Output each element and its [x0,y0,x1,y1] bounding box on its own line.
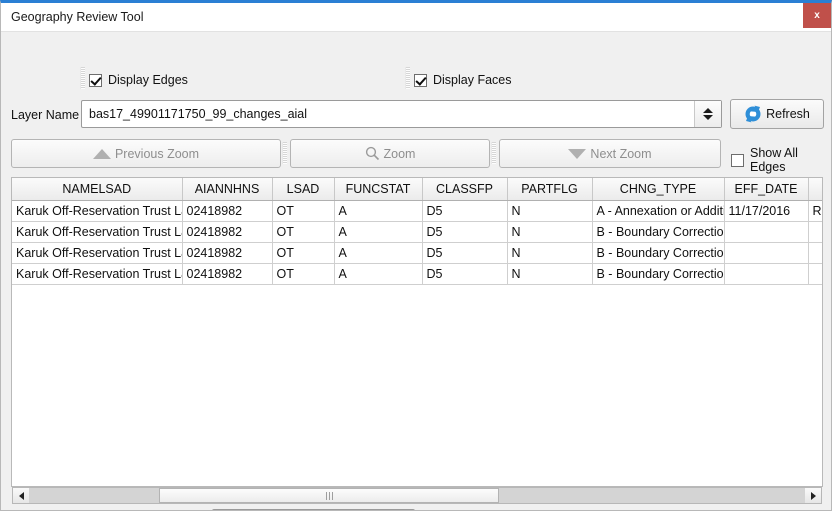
cell-chng-type: B - Boundary Correction [592,263,724,284]
cell-classfp: D5 [422,263,507,284]
column-header-truncated[interactable] [808,178,823,200]
display-faces-grip[interactable] [405,67,410,89]
cell-namelsad: Karuk Off-Reservation Trust Land [12,242,182,263]
title-bar: Geography Review Tool x [1,3,831,32]
chevron-up-icon [703,108,713,113]
arrow-right-icon [811,492,816,500]
cell-lsad: OT [272,200,334,221]
column-header-funcstat[interactable]: FUNCSTAT [334,178,422,200]
cell-truncated: R [808,200,823,221]
column-header-classfp[interactable]: CLASSFP [422,178,507,200]
cell-eff-date [724,242,808,263]
checkbox-display-faces[interactable]: Display Faces [414,73,512,87]
cell-aiannhns: 02418982 [182,263,272,284]
cell-lsad: OT [272,221,334,242]
triangle-up-icon [93,149,111,159]
cell-funcstat: A [334,263,422,284]
cell-partflg: N [507,200,592,221]
checkbox-display-edges[interactable]: Display Edges [89,73,188,87]
cell-namelsad: Karuk Off-Reservation Trust Land [12,221,182,242]
window-title: Geography Review Tool [11,10,143,24]
display-edges-grip[interactable] [80,67,85,89]
cell-chng-type: B - Boundary Correction [592,221,724,242]
cell-truncated [808,221,823,242]
window-body: Display Edges Display Faces Layer Name :… [1,32,831,510]
show-all-edges-label: Show All Edges [750,146,831,174]
cell-namelsad: Karuk Off-Reservation Trust Land [12,200,182,221]
cell-lsad: OT [272,263,334,284]
cell-aiannhns: 02418982 [182,221,272,242]
checkbox-show-all-edges[interactable]: Show All Edges [731,146,831,174]
cell-chng-type: B - Boundary Correction [592,242,724,263]
show-all-edges-checkbox-box[interactable] [731,154,744,167]
display-faces-label: Display Faces [433,73,512,87]
cell-truncated [808,263,823,284]
cell-namelsad: Karuk Off-Reservation Trust Land [12,263,182,284]
scrollbar-track[interactable] [29,488,805,503]
table-header-row: NAMELSAD AIANNHNS LSAD FUNCSTAT CLASSFP … [12,178,823,200]
column-header-namelsad[interactable]: NAMELSAD [12,178,182,200]
display-faces-checkbox-box[interactable] [414,74,427,87]
cell-classfp: D5 [422,221,507,242]
cell-partflg: N [507,263,592,284]
previous-zoom-label: Previous Zoom [115,147,199,161]
triangle-down-icon [568,149,586,159]
cell-partflg: N [507,221,592,242]
display-edges-label: Display Edges [108,73,188,87]
cell-aiannhns: 02418982 [182,242,272,263]
chevron-down-icon [703,115,713,120]
zoom-label: Zoom [384,147,416,161]
cell-lsad: OT [272,242,334,263]
column-header-chng-type[interactable]: CHNG_TYPE [592,178,724,200]
table-horizontal-scrollbar[interactable] [12,487,822,504]
refresh-label: Refresh [766,107,810,121]
table-row[interactable]: Karuk Off-Reservation Trust Land 0241898… [12,221,823,242]
column-header-lsad[interactable]: LSAD [272,178,334,200]
layer-name-spinner[interactable] [694,101,721,127]
cell-eff-date [724,263,808,284]
zoom-toolbar-grip-2[interactable] [491,142,496,164]
cell-funcstat: A [334,221,422,242]
magnifier-icon [365,146,380,161]
next-zoom-label: Next Zoom [590,147,651,161]
cell-eff-date [724,221,808,242]
cell-chng-type: A - Annexation or Addition [592,200,724,221]
refresh-button[interactable]: Refresh [730,99,824,129]
refresh-icon [744,105,762,123]
cell-eff-date: 11/17/2016 [724,200,808,221]
previous-zoom-button[interactable]: Previous Zoom [11,139,281,168]
cell-truncated [808,242,823,263]
data-table: NAMELSAD AIANNHNS LSAD FUNCSTAT CLASSFP … [12,178,823,285]
cell-classfp: D5 [422,242,507,263]
grip-lines-icon [326,492,333,500]
layer-name-label: Layer Name : [11,108,86,122]
table-row[interactable]: Karuk Off-Reservation Trust Land 0241898… [12,242,823,263]
display-edges-checkbox-box[interactable] [89,74,102,87]
layer-name-value: bas17_49901171750_99_changes_aial [82,107,694,121]
cell-aiannhns: 02418982 [182,200,272,221]
arrow-left-icon [19,492,24,500]
data-table-container: NAMELSAD AIANNHNS LSAD FUNCSTAT CLASSFP … [11,177,823,487]
table-row[interactable]: Karuk Off-Reservation Trust Land 0241898… [12,263,823,284]
cell-classfp: D5 [422,200,507,221]
cell-funcstat: A [334,200,422,221]
column-header-partflg[interactable]: PARTFLG [507,178,592,200]
next-zoom-button[interactable]: Next Zoom [499,139,721,168]
cell-funcstat: A [334,242,422,263]
scroll-right-button[interactable] [805,488,821,503]
table-row[interactable]: Karuk Off-Reservation Trust Land 0241898… [12,200,823,221]
cell-partflg: N [507,242,592,263]
scroll-left-button[interactable] [13,488,29,503]
geography-review-tool-window: Geography Review Tool x Display Edges Di… [0,0,832,511]
zoom-button[interactable]: Zoom [290,139,490,168]
zoom-toolbar-grip-1[interactable] [282,142,287,164]
scrollbar-thumb[interactable] [159,488,499,503]
close-button[interactable]: x [803,3,831,28]
layer-name-combobox[interactable]: bas17_49901171750_99_changes_aial [81,100,722,128]
column-header-eff-date[interactable]: EFF_DATE [724,178,808,200]
column-header-aiannhns[interactable]: AIANNHNS [182,178,272,200]
